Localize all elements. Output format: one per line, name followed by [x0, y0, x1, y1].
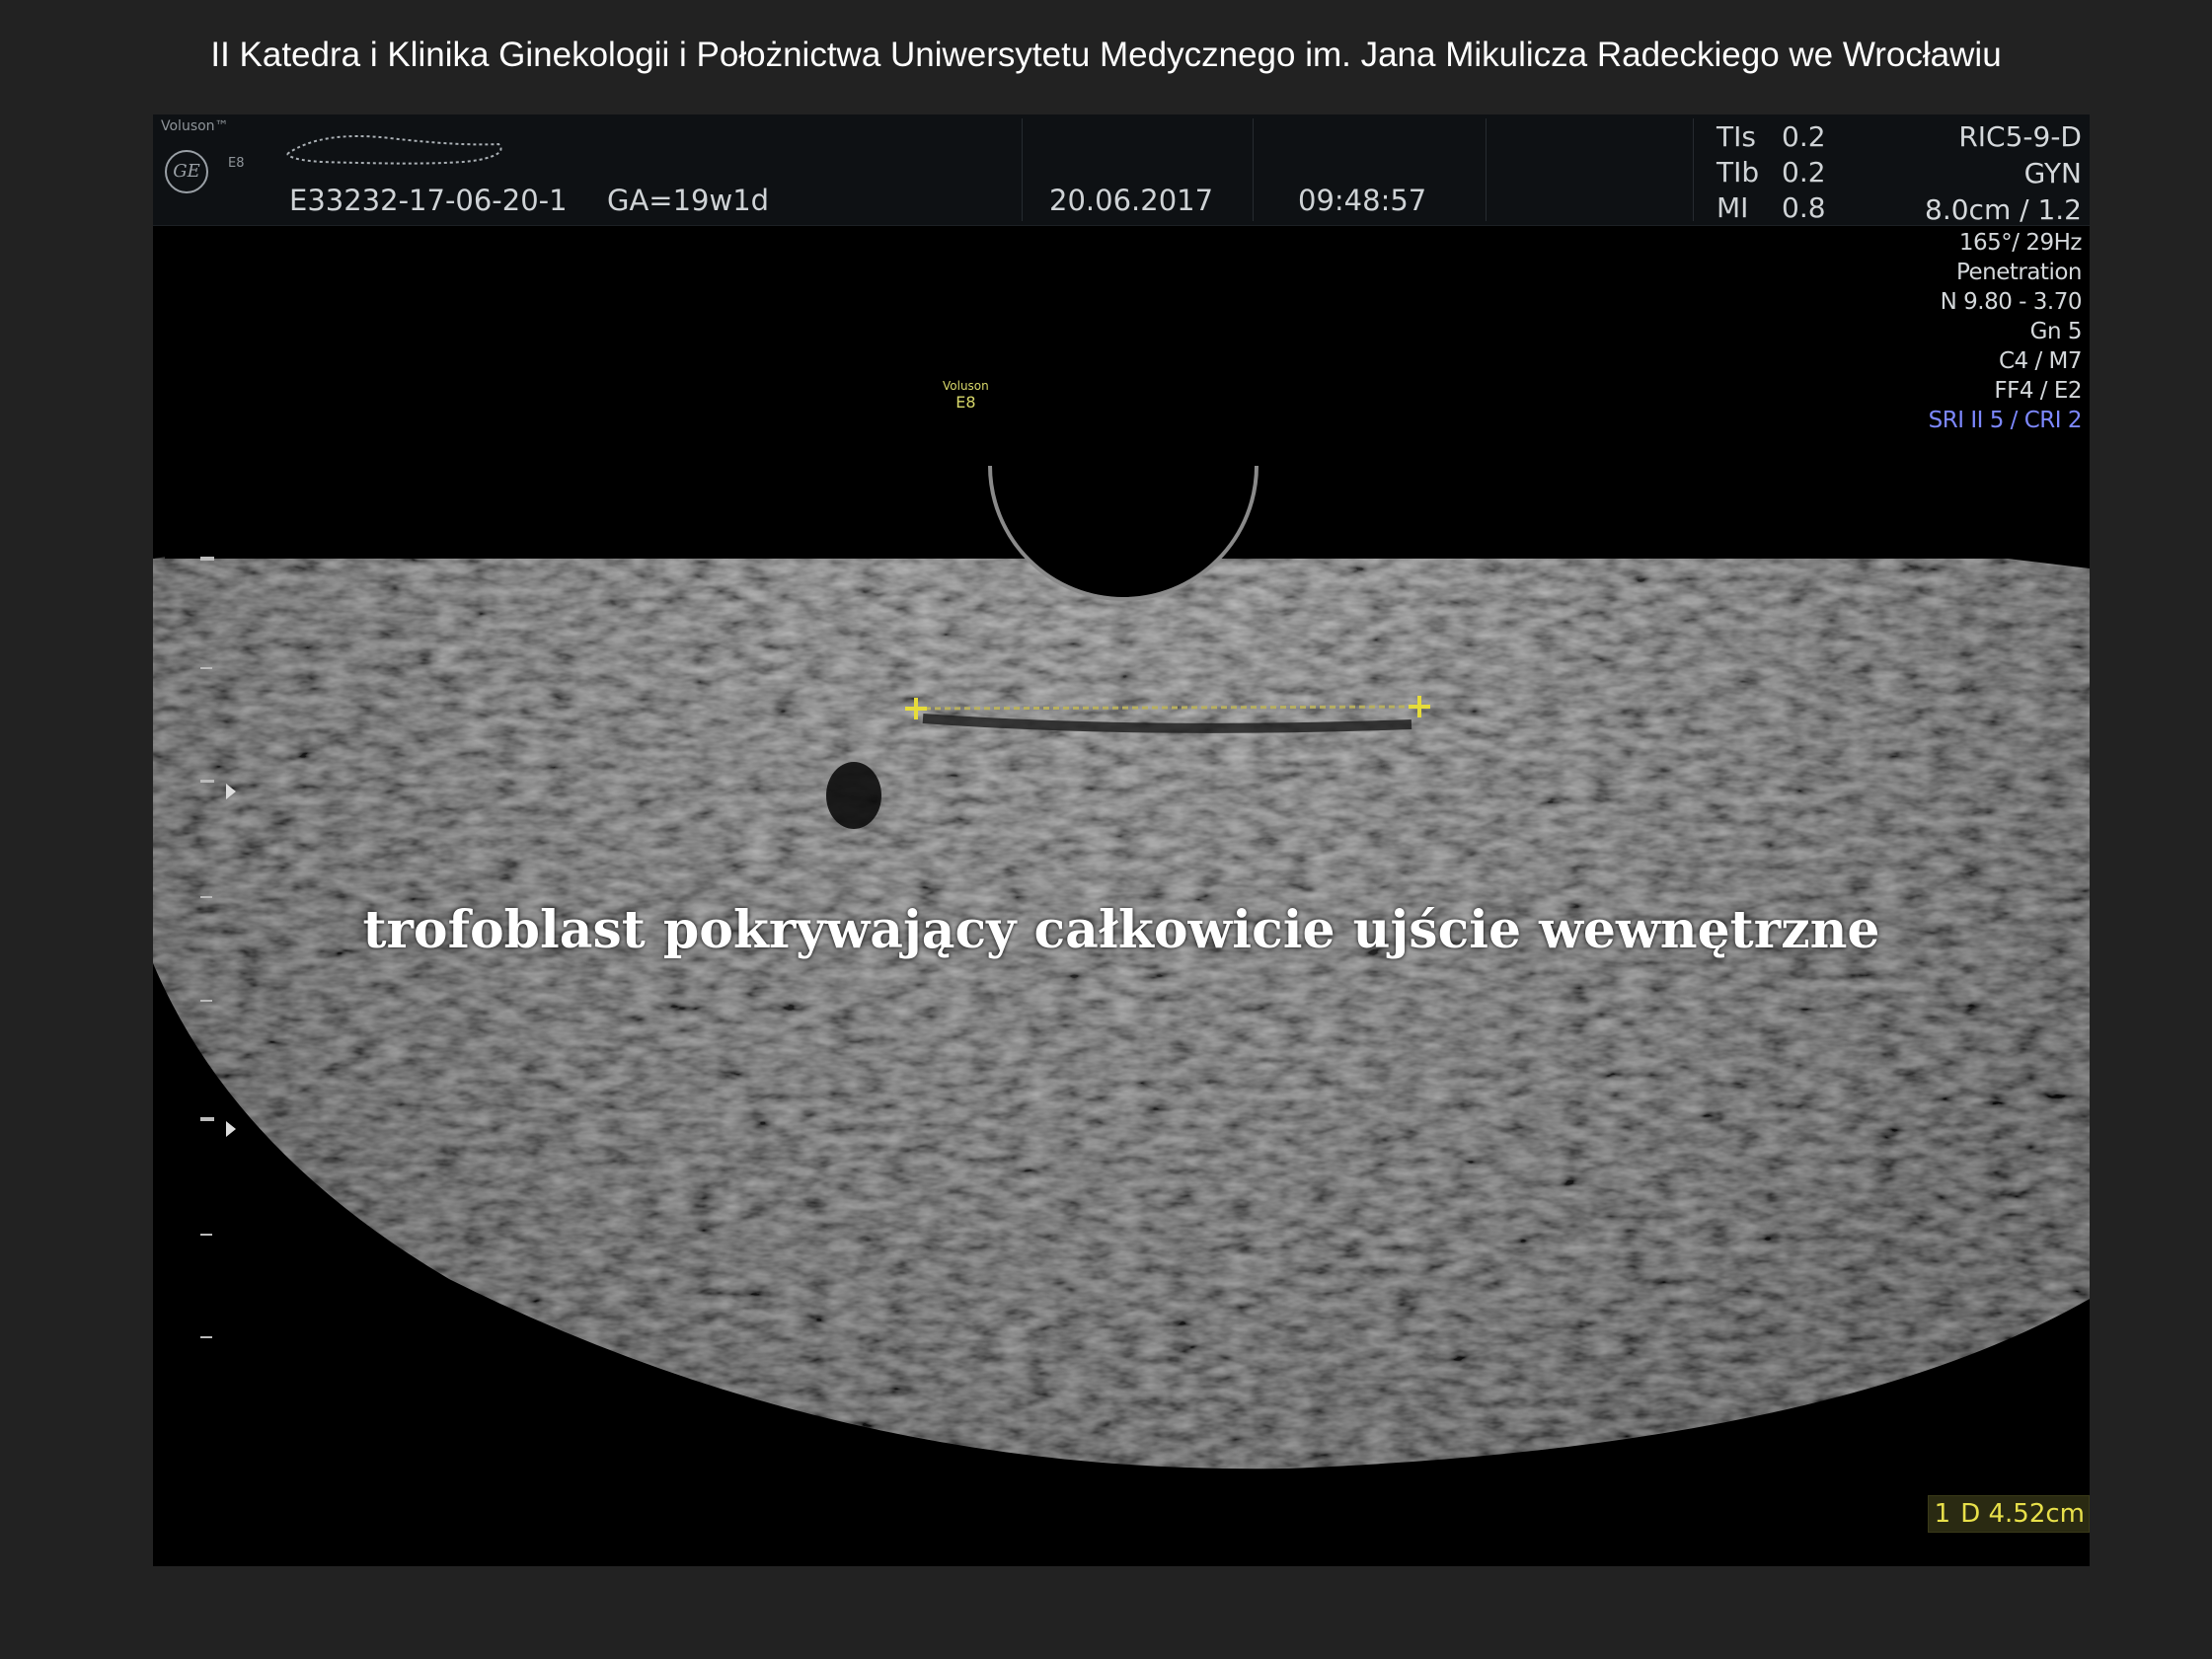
exam-id: E33232-17-06-20-1	[289, 184, 568, 217]
slide-title: II Katedra i Klinika Ginekologii i Położ…	[210, 36, 2002, 74]
index-name: TIb	[1716, 156, 1760, 189]
filter-setting: FF4 / E2	[1994, 378, 2082, 404]
index-name: MI	[1716, 191, 1749, 224]
gestational-age: GA=19w1d	[607, 184, 770, 217]
gain-setting: Gn 5	[2029, 319, 2083, 344]
scan-settings: RIC5-9-D GYN 8.0cm / 1.2 165°/ 29Hz Pene…	[1925, 118, 2082, 435]
depth-setting: 8.0cm / 1.2	[1925, 193, 2082, 226]
frequency-range: N 9.80 - 3.70	[1940, 289, 2083, 315]
ultrasound-image: Voluson™ GE E8 E33232-17-06-20-1 GA=19w1…	[153, 114, 2090, 1566]
angle-frequency: 165°/ 29Hz	[1958, 230, 2083, 256]
index-value: 0.8	[1782, 191, 1826, 224]
annotation-text: trofoblast pokrywający całkowicie ujście…	[362, 900, 1880, 960]
scanner-header: Voluson™ GE E8 E33232-17-06-20-1 GA=19w1…	[153, 114, 2090, 226]
index-name: TIs	[1716, 120, 1756, 153]
probe-orientation-label: Voluson E8	[943, 379, 989, 412]
mode-setting: Penetration	[1955, 260, 2083, 285]
focus-marker-icon	[226, 1121, 236, 1137]
patient-name-redacted	[286, 135, 502, 165]
exam-time: 09:48:57	[1298, 184, 1427, 217]
index-value: 0.2	[1782, 120, 1826, 153]
hypoechoic-area	[826, 762, 881, 829]
measurement-result: 1 D 4.52cm	[1927, 1495, 2090, 1533]
sri-cri-setting: SRI II 5 / CRI 2	[1928, 408, 2083, 433]
probe-name: RIC5-9-D	[1958, 120, 2082, 153]
ultrasound-scan	[153, 225, 2090, 1470]
measurement-index: 1	[1934, 1499, 1951, 1529]
exam-date: 20.06.2017	[1049, 184, 1214, 217]
map-setting: C4 / M7	[1998, 348, 2083, 374]
index-value: 0.2	[1782, 156, 1826, 189]
preset-name: GYN	[2023, 157, 2082, 189]
brand-label: Voluson™	[161, 118, 229, 134]
model-label: E8	[228, 156, 245, 171]
ge-logo-icon: GE	[165, 150, 208, 193]
measurement-value: D 4.52cm	[1960, 1499, 2085, 1529]
